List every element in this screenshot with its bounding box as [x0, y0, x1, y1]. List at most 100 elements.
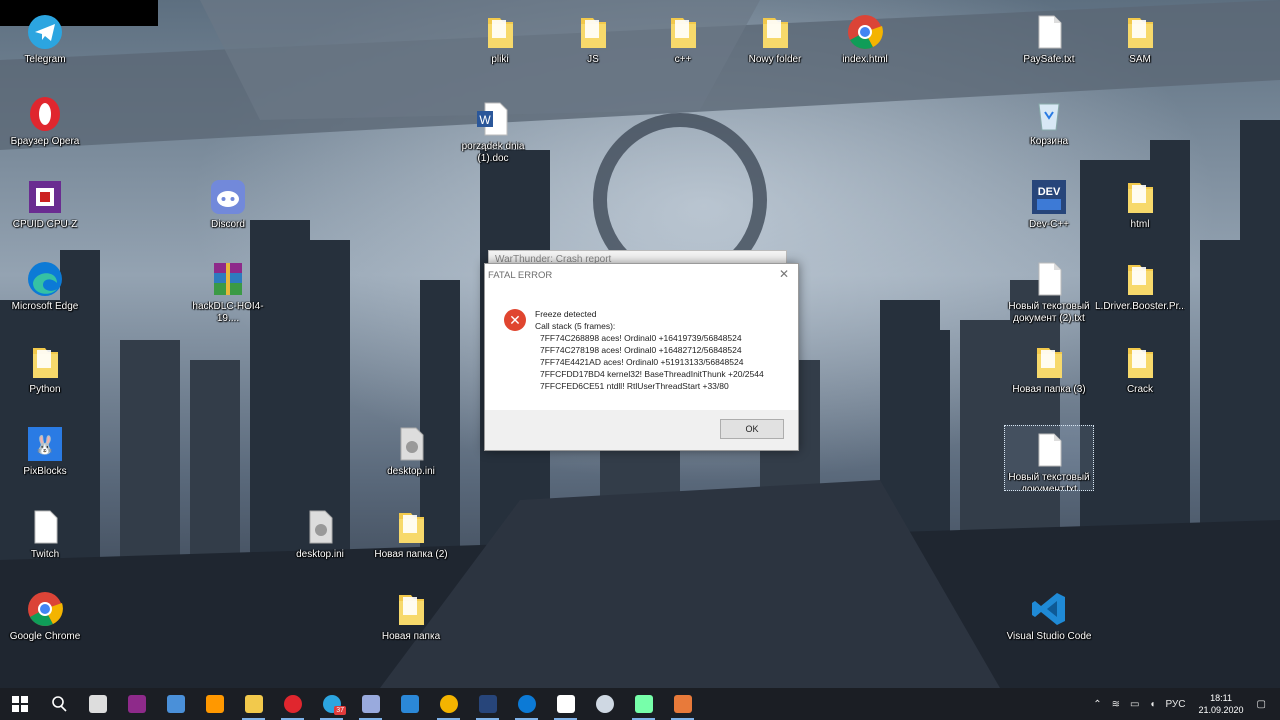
language-indicator[interactable]: РУС — [1160, 699, 1190, 710]
desktop-icon-label: SAM — [1129, 54, 1151, 65]
app-window-icon — [634, 695, 653, 713]
taskbar-button[interactable] — [117, 688, 156, 720]
desktop-icon[interactable]: L.Driver.Booster.Pr... — [1095, 255, 1185, 333]
taskbar-button[interactable] — [39, 688, 78, 720]
fatal-error-dialog[interactable]: FATAL ERROR ✕ ✕ Freeze detected Call sta… — [484, 263, 799, 451]
volume-icon[interactable]: ◖ — [1144, 699, 1160, 710]
desktop-icon[interactable]: Crack — [1095, 338, 1185, 416]
taskbar-button[interactable] — [429, 688, 468, 720]
desktop-icon[interactable]: Wporządek dnia (1).doc — [448, 95, 538, 173]
folder-icon — [663, 12, 703, 52]
desktop-icon[interactable]: Discord — [183, 173, 273, 251]
taskbar-button[interactable] — [663, 688, 702, 720]
desktop-icon[interactable]: pliki — [455, 8, 545, 86]
notifications-icon[interactable]: ▢ — [1252, 699, 1280, 710]
desktop-icon[interactable]: PaySafe.txt — [1004, 8, 1094, 86]
taskbar-button[interactable] — [78, 688, 117, 720]
desktop-icon[interactable]: c++ — [638, 8, 728, 86]
search-icon — [50, 695, 68, 713]
svg-text:🐰: 🐰 — [34, 434, 56, 456]
svg-text:DEV: DEV — [1038, 186, 1061, 198]
wifi-icon[interactable]: ≋ — [1107, 699, 1125, 710]
taskbar: 37 ⌃ ≋ ▭ ◖ РУС 18:11 21.09.2020 ▢ — [0, 688, 1280, 720]
desktop-icon-label: Telegram — [24, 54, 66, 65]
desktop-icon[interactable]: Новый текстовый документ.txt — [1004, 425, 1094, 491]
installer-icon — [166, 695, 185, 713]
desktop-icon[interactable]: desktop.ini — [275, 503, 365, 581]
mail-icon — [400, 695, 419, 713]
desktop-icon[interactable]: Telegram — [0, 8, 90, 86]
chevron-up-icon[interactable]: ⌃ — [1088, 699, 1106, 710]
stack-frame: 7FFCFED6CE51 ntdll! RtlUserThreadStart +… — [540, 381, 729, 391]
sublime-icon — [205, 695, 224, 713]
taskbar-button[interactable] — [546, 688, 585, 720]
desktop-icon-label: PaySafe.txt — [1023, 54, 1075, 65]
desktop-icon[interactable]: Python — [0, 338, 90, 416]
ini-file-icon — [300, 507, 340, 547]
taskbar-button[interactable] — [156, 688, 195, 720]
desktop-icon-label: Браузер Opera — [10, 136, 80, 147]
battery-icon[interactable]: ▭ — [1125, 699, 1144, 710]
desktop-icon[interactable]: Microsoft Edge — [0, 255, 90, 333]
folder-icon — [1120, 177, 1160, 217]
desktop-icon[interactable]: Корзина — [1004, 90, 1094, 168]
desktop-icon-label: Корзина — [1029, 136, 1069, 147]
desktop-icon[interactable]: Новый текстовый документ (2).txt — [1004, 255, 1094, 333]
ok-button[interactable]: OK — [720, 419, 784, 439]
desktop-icon[interactable]: Google Chrome — [0, 585, 90, 663]
taskbar-button[interactable] — [468, 688, 507, 720]
call-stack-heading: Call stack (5 frames): — [535, 321, 616, 331]
desktop-icon[interactable]: SAM — [1095, 8, 1185, 86]
edge-icon — [25, 259, 65, 299]
telegram-icon — [25, 12, 65, 52]
desktop-icon-label: CPUID CPU-Z — [12, 219, 78, 230]
taskbar-button[interactable] — [624, 688, 663, 720]
taskbar-button[interactable] — [507, 688, 546, 720]
desktop-icon[interactable]: Visual Studio Code — [1004, 585, 1094, 663]
desktop-icon[interactable]: Nowy folder — [730, 8, 820, 86]
desktop-icon[interactable]: Новая папка — [366, 585, 456, 663]
dialog-title-bar[interactable]: FATAL ERROR ✕ — [485, 264, 798, 286]
desktop-icon-label: Dev-C++ — [1028, 219, 1069, 230]
system-tray: ⌃ ≋ ▭ ◖ РУС 18:11 21.09.2020 ▢ — [1088, 688, 1280, 720]
close-icon[interactable]: ✕ — [770, 264, 798, 286]
taskbar-button[interactable] — [0, 688, 39, 720]
taskbar-button[interactable] — [273, 688, 312, 720]
desktop-icon[interactable]: Браузер Opera — [0, 90, 90, 168]
document-icon — [556, 695, 575, 713]
desktop-icon-label: pliki — [491, 54, 509, 65]
file-explorer-icon — [244, 695, 263, 713]
chrome-icon — [25, 589, 65, 629]
taskbar-button[interactable] — [234, 688, 273, 720]
word-doc-icon: W — [473, 99, 513, 139]
desktop-icon[interactable]: Twitch — [0, 503, 90, 581]
desktop-icon-label: JS — [587, 54, 599, 65]
taskbar-button[interactable] — [195, 688, 234, 720]
desktop-icon-label: index.html — [842, 54, 888, 65]
notepad-icon — [361, 695, 380, 713]
folder-icon — [1029, 342, 1069, 382]
notification-badge: 37 — [334, 706, 346, 715]
stack-frame: 7FFCFDD17BD4 kernel32! BaseThreadInitThu… — [540, 369, 764, 379]
steam-icon — [595, 695, 614, 713]
taskbar-button[interactable]: 37 — [312, 688, 351, 720]
desktop-icon[interactable]: Новая папка (2) — [366, 503, 456, 581]
desktop-icon[interactable]: desktop.ini — [366, 420, 456, 498]
desktop-icon[interactable]: html — [1095, 173, 1185, 251]
folder-icon — [573, 12, 613, 52]
desktop-icon[interactable]: 🐰 PixBlocks — [0, 420, 90, 498]
file-icon — [25, 507, 65, 547]
desktop-icon[interactable]: DEV Dev-C++ — [1004, 173, 1094, 251]
desktop-icon[interactable]: CPUID CPU-Z — [0, 173, 90, 251]
taskbar-button[interactable] — [585, 688, 624, 720]
desktop-icon[interactable]: JS — [548, 8, 638, 86]
desktop-icon-label: Twitch — [30, 549, 60, 560]
taskbar-button[interactable] — [390, 688, 429, 720]
desktop-icon[interactable]: index.html — [820, 8, 910, 86]
cpuz-icon — [25, 177, 65, 217]
desktop-icon-label: c++ — [674, 54, 692, 65]
taskbar-button[interactable] — [351, 688, 390, 720]
desktop-icon[interactable]: hackDLC-HOI4-19.... — [183, 255, 273, 333]
desktop-icon[interactable]: Новая папка (3) — [1004, 338, 1094, 416]
clock[interactable]: 18:11 21.09.2020 — [1191, 692, 1252, 716]
